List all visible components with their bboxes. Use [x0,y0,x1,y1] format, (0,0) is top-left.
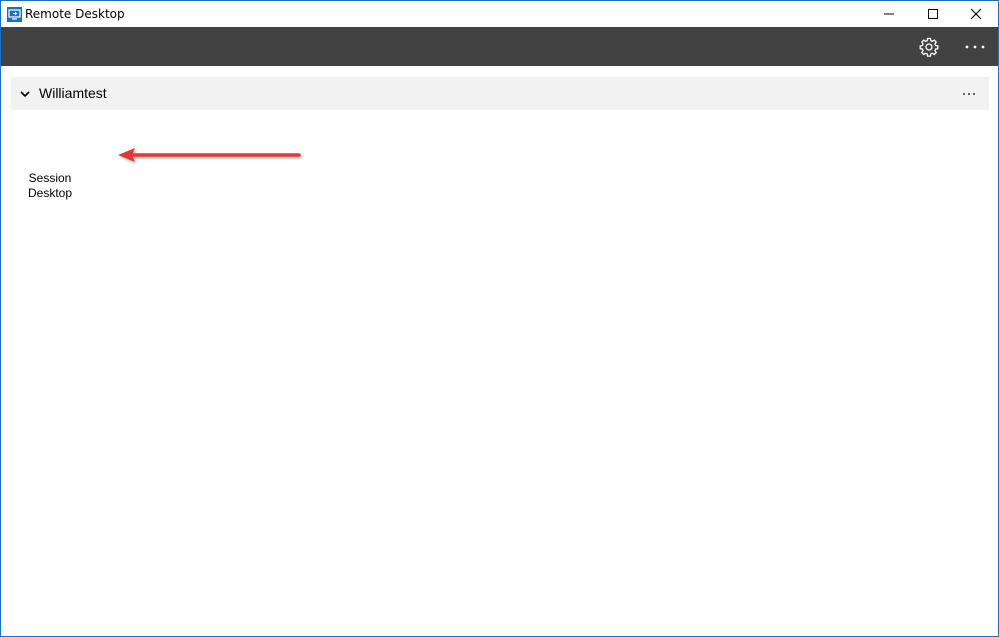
app-toolbar [1,27,998,66]
maximize-button[interactable] [911,1,955,27]
more-horizontal-icon [963,92,975,95]
group-name: Williamtest [39,85,107,101]
group-more-button[interactable] [955,77,983,110]
title-bar[interactable]: Remote Desktop [1,1,998,27]
resource-label: Session Desktop [15,171,85,201]
maximize-icon [928,9,938,19]
minimize-button[interactable] [867,1,911,27]
remote-desktop-app-icon [7,7,22,22]
remote-desktop-window: Remote Desktop Williamtest Session Deskt… [0,0,999,637]
close-icon [970,8,982,20]
group-header-williamtest[interactable]: Williamtest [11,77,989,110]
minimize-icon [884,13,894,15]
more-options-button[interactable] [955,27,995,66]
settings-button[interactable] [909,27,949,66]
window-title: Remote Desktop [25,7,125,21]
resource-label-line1: Session [28,171,72,185]
resource-label-line2: Desktop [27,186,73,200]
more-horizontal-icon [965,45,985,48]
chevron-down-icon[interactable] [19,88,31,100]
annotation-arrow [118,148,301,162]
close-button[interactable] [954,1,998,27]
gear-icon [919,37,939,57]
resource-tile-session-desktop[interactable]: Session Desktop [15,119,85,205]
